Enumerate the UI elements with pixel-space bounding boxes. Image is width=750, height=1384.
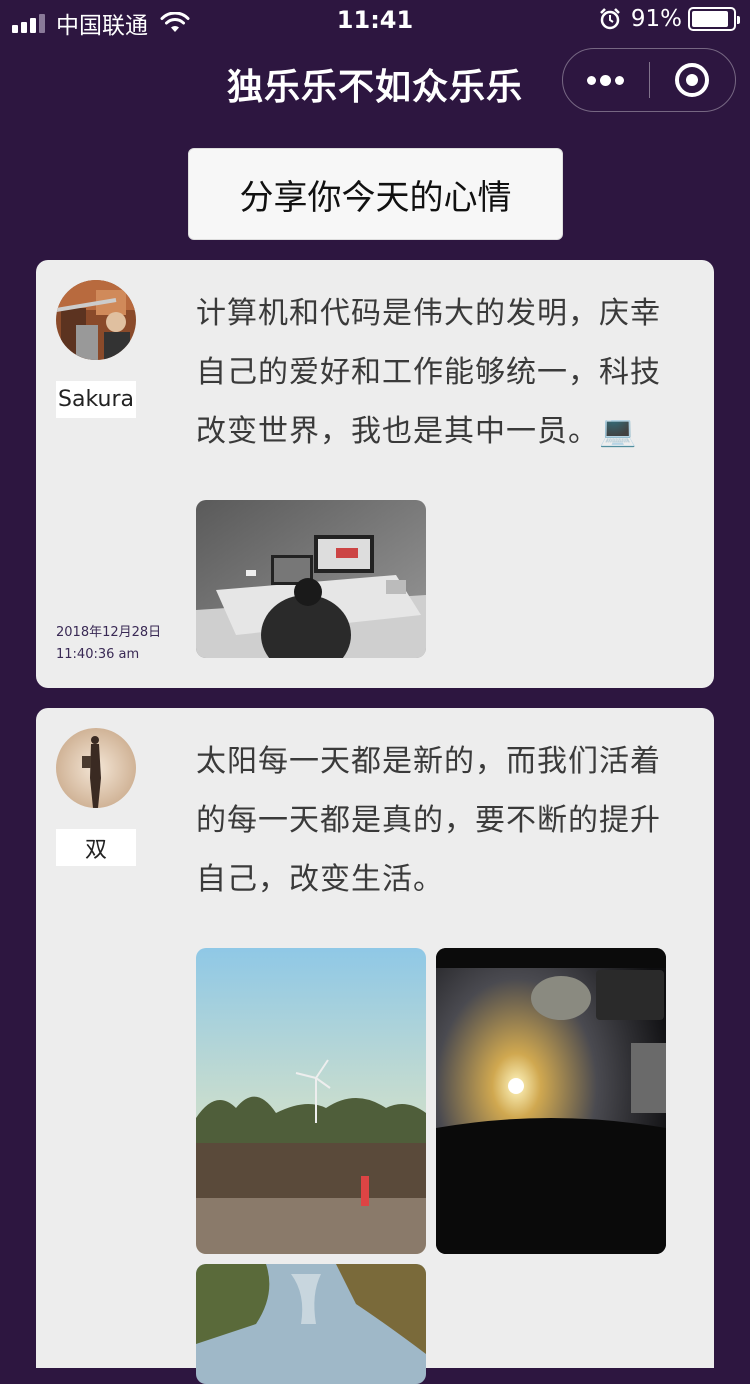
post-timestamp: 2018年12月28日 11:40:36 am [56,622,161,666]
post-card: 双 太阳每一天都是新的，而我们活着的每一天都是真的，要不断的提升自己，改变生活。 [36,708,714,1384]
post-clock-time: 11:40:36 am [56,647,140,662]
post-photo[interactable] [196,1264,426,1384]
post-photo[interactable] [196,948,426,1254]
close-button[interactable] [650,49,736,111]
avatar[interactable] [56,728,136,808]
share-mood-button[interactable]: 分享你今天的心情 [188,148,563,240]
post-content: 太阳每一天都是新的，而我们活着的每一天都是真的，要不断的提升自己，改变生活。 [196,744,661,897]
post-photo[interactable] [196,500,426,658]
nav-bar: 独乐乐不如众乐乐 [0,40,750,124]
status-bar: 中国联通 11:41 91% [0,0,750,40]
username: Sakura [56,381,136,418]
post-card: Sakura 2018年12月28日 11:40:36 am 计算机和代码是伟大… [36,260,714,688]
avatar[interactable] [56,280,136,360]
post-content: 计算机和代码是伟大的发明，庆幸自己的爱好和工作能够统一，科技改变世界，我也是其中… [196,296,661,449]
post-date: 2018年12月28日 [56,625,162,640]
battery-icon [688,7,740,31]
more-button[interactable] [563,49,649,111]
alarm-icon [599,8,620,30]
mini-program-capsule [562,48,736,112]
post-photo[interactable] [436,948,666,1254]
more-dots-icon [585,74,626,86]
target-close-icon [675,63,710,97]
battery-percent: 91% [630,6,682,32]
status-right: 91% [599,6,740,32]
username: 双 [56,829,136,866]
